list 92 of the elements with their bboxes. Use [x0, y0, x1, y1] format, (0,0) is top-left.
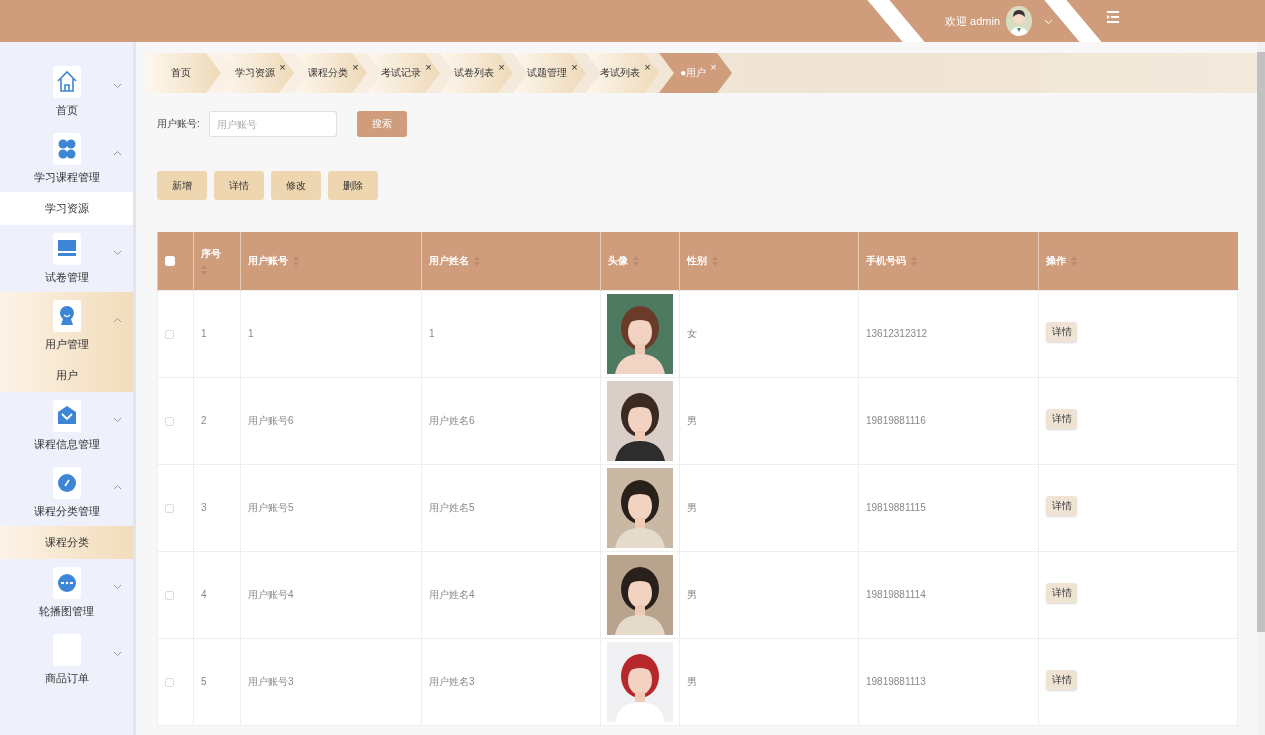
chevron-up-icon: [113, 484, 122, 490]
table-cell: 19819881113: [866, 676, 926, 687]
chevron-down-icon: [113, 417, 122, 423]
menu-icon-tile: [52, 233, 81, 265]
tab[interactable]: 试题管理 ×: [513, 53, 586, 93]
menu-fold-icon[interactable]: [1107, 11, 1119, 23]
row-checkbox[interactable]: [165, 677, 174, 687]
tab[interactable]: 试卷列表 ×: [440, 53, 513, 93]
user-avatar-icon[interactable]: [1006, 6, 1033, 36]
table-cell: 用户账号3: [248, 675, 294, 687]
table-cell: 用户姓名4: [429, 588, 475, 600]
search-field[interactable]: 用户账号: [208, 111, 337, 137]
row-checkbox[interactable]: [165, 416, 174, 426]
menu-icon-tile: [52, 400, 81, 432]
column-header: 手机号码: [866, 253, 906, 268]
table-cell: 用户账号4: [248, 588, 294, 600]
chevron-up-icon: [113, 317, 122, 323]
chevron-up-icon: [113, 150, 122, 156]
table-cell: 2: [201, 415, 207, 426]
sidebar-item[interactable]: 轮播图管理: [0, 559, 133, 626]
row-checkbox[interactable]: [165, 329, 174, 339]
field-label: 用户账号:: [157, 117, 200, 131]
chevron-down-icon: [113, 83, 122, 89]
tab[interactable]: 学习资源 ×: [221, 53, 294, 93]
sidebar-item[interactable]: 试卷管理: [0, 225, 133, 292]
sidebar-item[interactable]: 商品订单: [0, 626, 133, 693]
table-cell: 男: [687, 414, 697, 426]
menu-icon-tile: [52, 467, 81, 499]
row-checkbox[interactable]: [165, 590, 174, 600]
chevron-down-icon: [113, 584, 122, 590]
table-cell: 用户姓名5: [429, 501, 475, 513]
menu-icon-tile: [52, 66, 81, 98]
column-header: 用户账号: [248, 253, 288, 268]
submenu-item[interactable]: 学习资源: [0, 192, 133, 225]
column-header: 序号: [201, 246, 221, 261]
close-button[interactable]: ×: [279, 62, 286, 73]
close-button[interactable]: ×: [425, 62, 432, 73]
sidebar-item[interactable]: 用户管理: [0, 292, 133, 359]
select-all-checkbox[interactable]: [165, 256, 175, 267]
table-cell: 1: [429, 328, 435, 339]
table-cell: 1: [201, 328, 207, 339]
table-cell: 用户账号6: [248, 414, 294, 426]
submenu-item[interactable]: 课程分类: [0, 526, 133, 559]
close-button[interactable]: ×: [352, 62, 359, 73]
column-header: 性别: [687, 253, 707, 268]
table-cell: 用户账号5: [248, 501, 294, 513]
table-cell: 男: [687, 675, 697, 687]
table-cell: 男: [687, 501, 697, 513]
sidebar-item[interactable]: 课程信息管理: [0, 392, 133, 459]
table-cell: 5: [201, 676, 207, 687]
table-cell: 男: [687, 588, 697, 600]
scrollbar-thumb[interactable]: [1257, 52, 1265, 632]
sidebar-item[interactable]: 学习课程管理: [0, 125, 133, 192]
tab[interactable]: 首页: [148, 53, 221, 93]
action-button[interactable]: 删除: [328, 171, 378, 200]
sidebar-item[interactable]: 课程分类管理: [0, 459, 133, 526]
column-header: 用户姓名: [429, 253, 469, 268]
menu-icon-tile: [52, 133, 81, 165]
detail-button[interactable]: 详情: [1046, 496, 1077, 516]
detail-button[interactable]: 详情: [1046, 670, 1077, 690]
welcome-text: 欢迎 admin: [945, 13, 1001, 29]
close-button[interactable]: ×: [498, 62, 505, 73]
submenu-item[interactable]: 用户: [0, 359, 133, 392]
column-header: 操作: [1046, 253, 1066, 268]
detail-button[interactable]: 详情: [1046, 583, 1077, 603]
table-cell: 19819881115: [866, 502, 926, 513]
menu-icon-tile: [52, 300, 81, 332]
sidebar-item[interactable]: 首页: [0, 58, 133, 125]
close-button[interactable]: ×: [644, 62, 651, 73]
tab[interactable]: 考试记录 ×: [367, 53, 440, 93]
menu-icon-tile: [52, 567, 81, 599]
close-button[interactable]: ×: [571, 62, 578, 73]
table-cell: 3: [201, 502, 207, 513]
tab[interactable]: 考试列表 ×: [586, 53, 659, 93]
table-cell: 1: [248, 328, 254, 339]
detail-button[interactable]: 详情: [1046, 409, 1077, 429]
chevron-down-icon: [113, 651, 122, 657]
action-button[interactable]: 修改: [271, 171, 321, 200]
table-cell: 19819881116: [866, 415, 926, 426]
table-cell: 用户姓名3: [429, 675, 475, 687]
action-button[interactable]: 新增: [157, 171, 207, 200]
action-button[interactable]: 详情: [214, 171, 264, 200]
column-header: 头像: [608, 253, 628, 268]
table-cell: 13612312312: [866, 328, 928, 339]
detail-button[interactable]: 详情: [1046, 322, 1077, 342]
row-checkbox[interactable]: [165, 503, 174, 513]
tab[interactable]: 课程分类 ×: [294, 53, 367, 93]
table-cell: 19819881114: [866, 589, 926, 600]
chevron-down-icon: [113, 250, 122, 256]
table-cell: 女: [687, 327, 697, 339]
table-cell: 4: [201, 589, 207, 600]
table-cell: 用户姓名6: [429, 414, 475, 426]
